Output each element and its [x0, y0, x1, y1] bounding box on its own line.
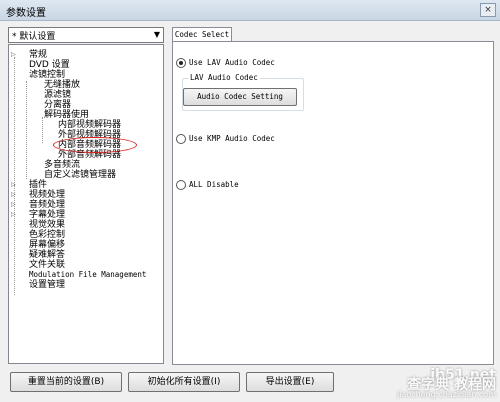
tree-guide-line [26, 81, 27, 179]
radio-label: Use LAV Audio Codec [189, 58, 275, 67]
window-title: 参数设置 [6, 8, 46, 19]
expand-icon[interactable]: ▷ [11, 209, 16, 221]
init-all-button[interactable]: 初始化所有设置(I) [128, 372, 240, 392]
group-title: LAV Audio Codec [188, 72, 260, 84]
chevron-down-icon[interactable]: ▼ [154, 30, 160, 39]
annotation-circle [53, 137, 137, 153]
tree-guide-line [14, 57, 15, 197]
audio-codec-setting-button[interactable]: Audio Codec Setting [183, 88, 297, 106]
settings-tree[interactable]: ▷ 常规 DVD 设置 滤镜控制 无缝播放 源滤镜 分离器 解码器使用 内部视频… [8, 44, 164, 364]
reset-current-button[interactable]: 重置当前的设置(B) [10, 372, 122, 392]
preset-dropdown[interactable]: * 默认设置 ▼ [8, 27, 164, 43]
export-button[interactable]: 导出设置(E) [246, 372, 334, 392]
watermark-url: jiaocheng.chazidian.com [396, 390, 496, 399]
tree-item-settings-management[interactable]: 设置管理 [29, 279, 65, 291]
tree-guide-line [42, 117, 43, 143]
preset-value: * 默认设置 [12, 32, 56, 42]
radio-button[interactable] [176, 180, 186, 190]
radio-label: Use KMP Audio Codec [189, 134, 275, 143]
radio-label: ALL Disable [189, 180, 239, 189]
close-icon[interactable]: × [480, 3, 496, 17]
watermark: jb51.net 查字典 教程网 jiaocheng.chazidian.com [396, 368, 496, 400]
title-bar: 参数设置 × [0, 0, 500, 21]
radio-button[interactable] [176, 134, 186, 144]
radio-button-checked[interactable] [176, 58, 186, 68]
tree-item-custom-filter-manager[interactable]: 自定义滤镜管理器 [44, 169, 116, 181]
watermark-brand: 查字典 教程网 [407, 377, 496, 393]
tab-codec-select[interactable]: Codec Select [172, 27, 232, 42]
expand-icon[interactable]: ▷ [11, 49, 16, 61]
